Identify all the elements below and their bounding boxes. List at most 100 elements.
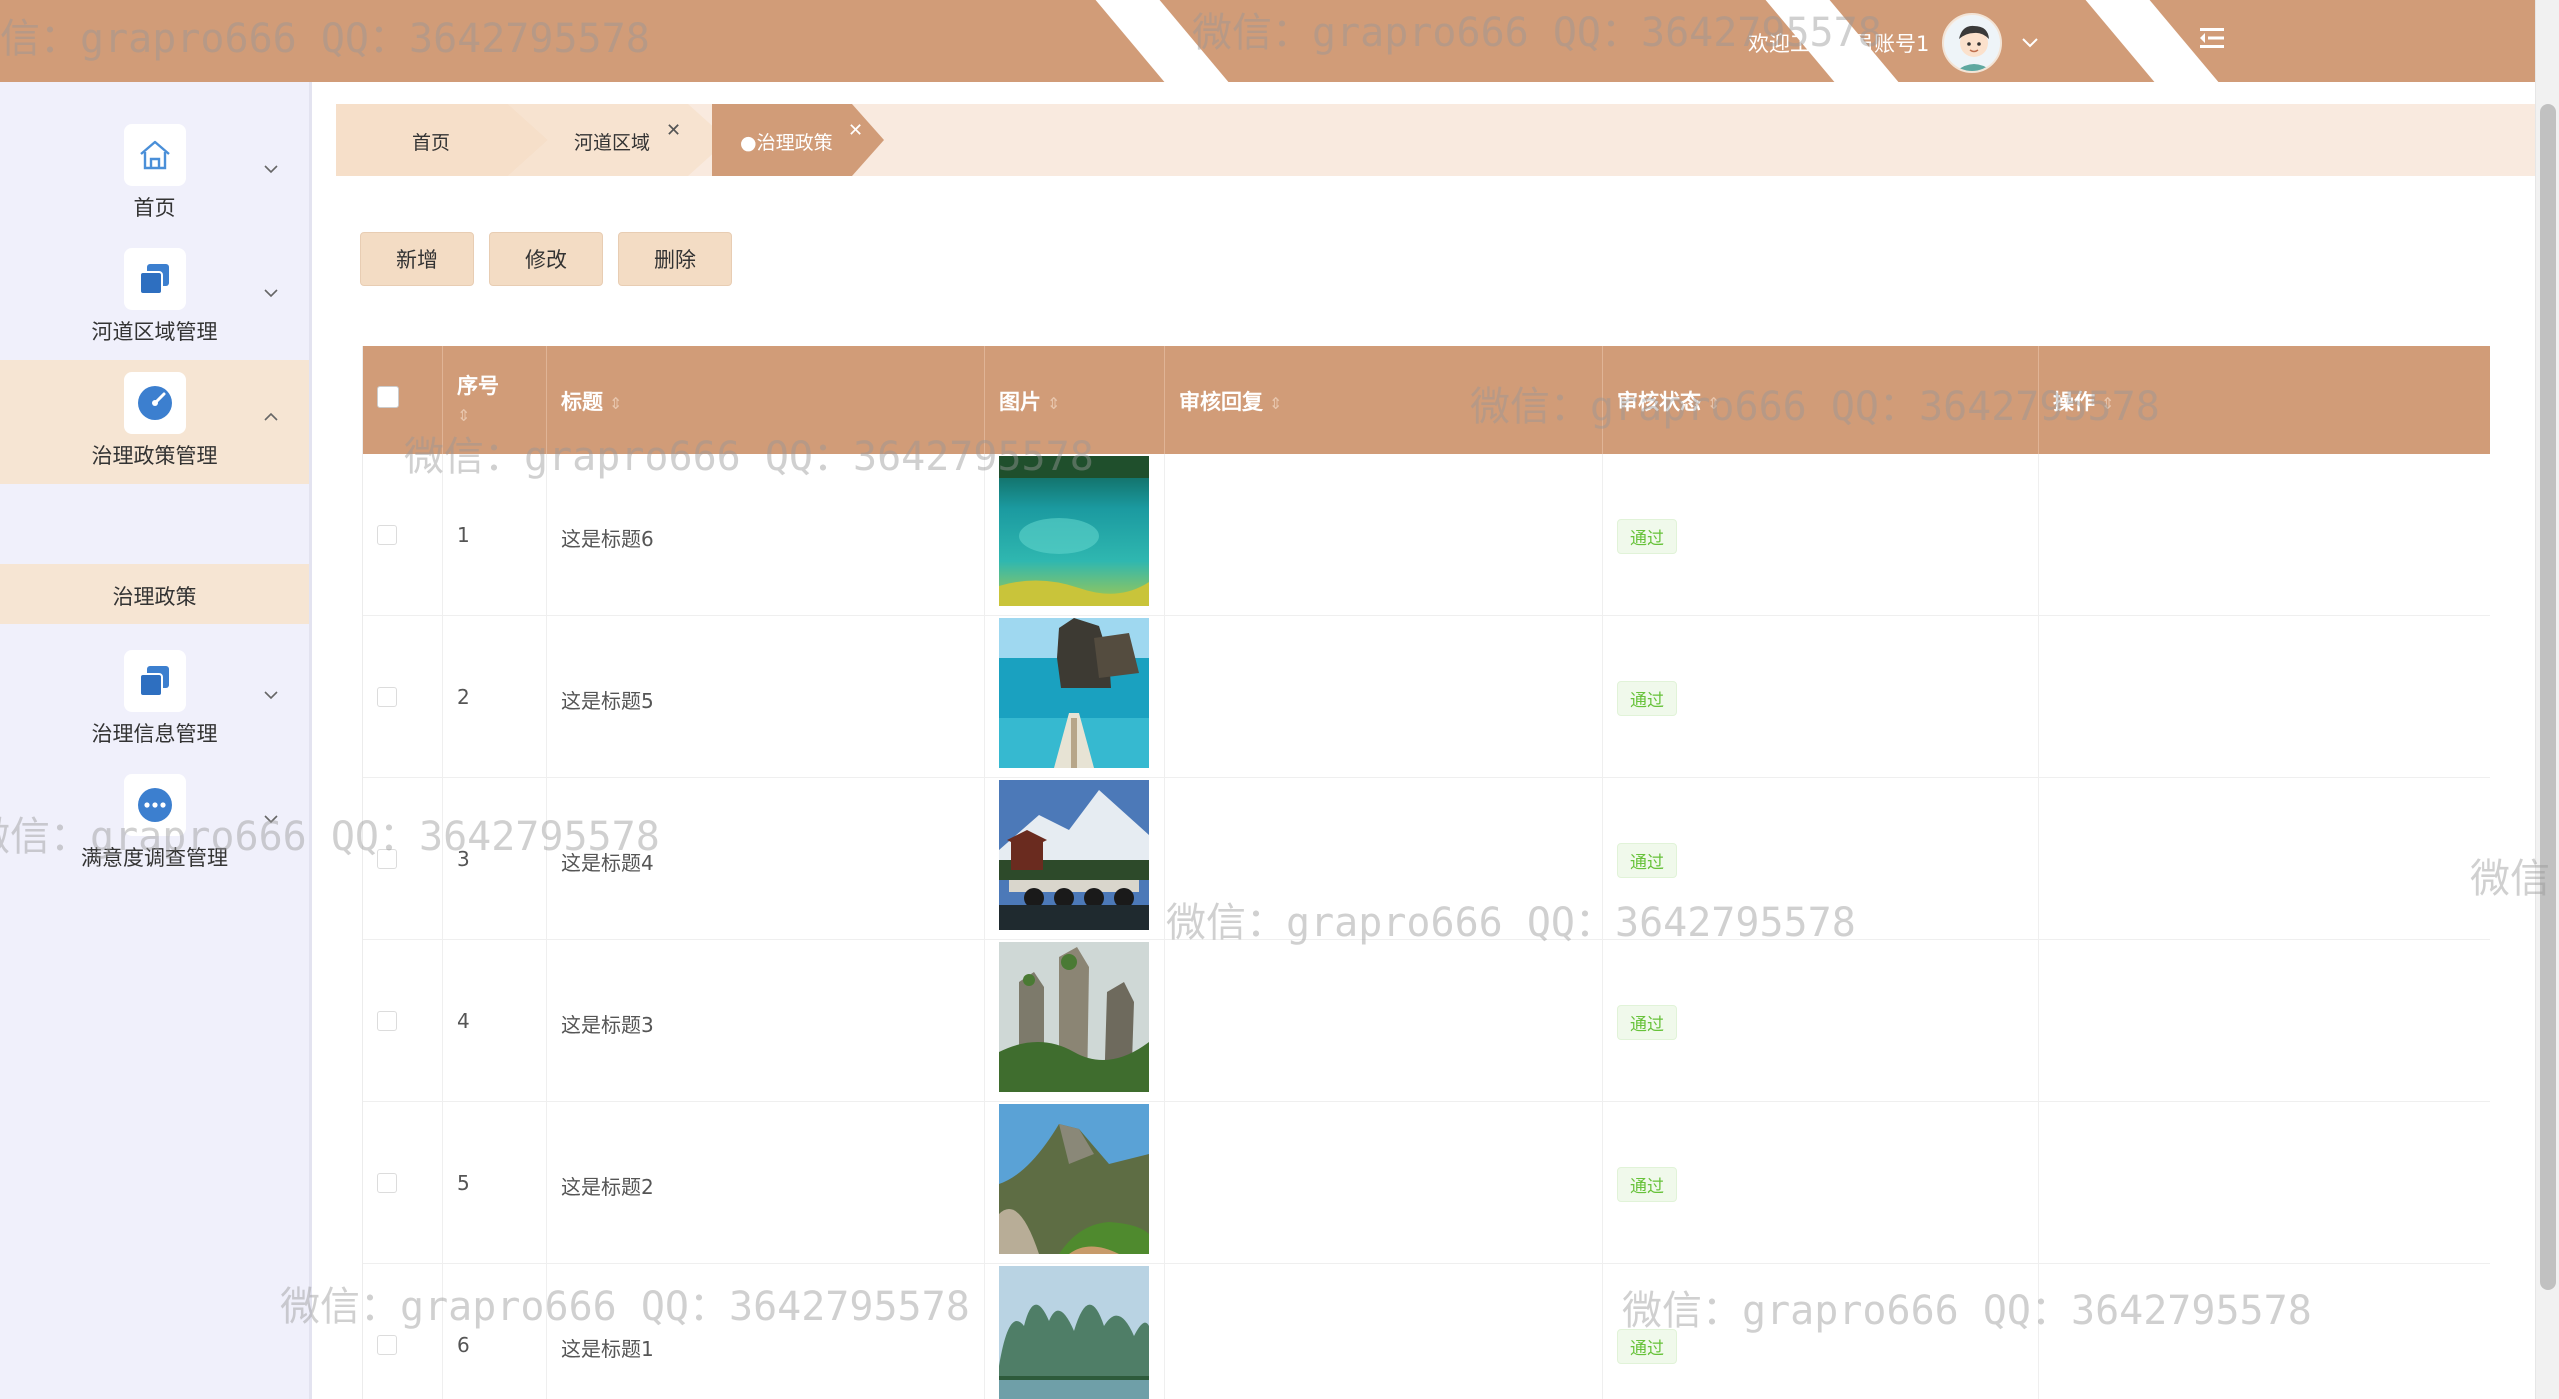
table-row[interactable]: 2 这是标题5 通过 xyxy=(363,616,2490,778)
menu-icon-box xyxy=(124,124,186,186)
review-status-cell: 通过 xyxy=(1603,454,2039,616)
review-reply-cell xyxy=(1165,1264,1603,1399)
select-cell xyxy=(363,616,443,778)
sort-icon[interactable]: ⇕ xyxy=(1047,394,1060,413)
review-reply-cell xyxy=(1165,454,1603,616)
sidebar-item-label: 河道区域管理 xyxy=(91,320,218,344)
menu-icon-box xyxy=(124,372,186,434)
index-cell: 2 xyxy=(443,616,547,778)
header-actions[interactable]: 操作 ⇕ xyxy=(2039,346,2490,454)
sidebar-item-satisfaction[interactable]: 满意度调查管理 xyxy=(0,762,309,886)
close-icon[interactable]: ✕ xyxy=(666,120,681,141)
row-checkbox[interactable] xyxy=(377,525,397,545)
lake-photo[interactable] xyxy=(999,456,1149,606)
row-title: 这是标题1 xyxy=(561,1337,654,1361)
row-index: 5 xyxy=(457,1171,470,1195)
sort-icon[interactable]: ⇕ xyxy=(2101,394,2114,413)
sort-icon[interactable]: ⇕ xyxy=(1269,394,1282,413)
chevron-down-icon xyxy=(264,289,278,298)
header-title[interactable]: 标题 ⇕ xyxy=(547,346,985,454)
scrollbar-thumb[interactable] xyxy=(2540,104,2556,1290)
tab-label: 首页 xyxy=(412,132,451,154)
select-cell xyxy=(363,778,443,940)
close-icon[interactable]: ✕ xyxy=(848,120,863,141)
header-label: 序号 xyxy=(457,374,499,398)
snow-mountain-bridge-photo[interactable] xyxy=(999,780,1149,930)
header-label: 操作 xyxy=(2053,390,2095,414)
sidebar-item-river-area[interactable]: 河道区域管理 xyxy=(0,236,309,360)
home-icon xyxy=(140,140,170,170)
submenu-item-policy[interactable]: 治理政策 xyxy=(0,564,309,624)
copy-icon xyxy=(139,264,169,295)
sidebar-item-policy[interactable]: 治理政策管理 xyxy=(0,360,309,484)
row-checkbox[interactable] xyxy=(377,1173,397,1193)
title-cell: 这是标题1 xyxy=(547,1264,985,1399)
sidebar-item-home[interactable]: 首页 xyxy=(0,112,309,236)
sidebar-item-label: 满意度调查管理 xyxy=(81,846,228,870)
row-title: 这是标题2 xyxy=(561,1175,654,1199)
avatar-icon xyxy=(1944,15,2000,71)
page-scrollbar[interactable] xyxy=(2535,0,2559,1399)
table-row[interactable]: 4 这是标题3 通过 xyxy=(363,940,2490,1102)
review-reply-cell xyxy=(1165,940,1603,1102)
header-label: 审核状态 xyxy=(1617,390,1701,414)
header-image[interactable]: 图片 ⇕ xyxy=(985,346,1165,454)
table-row[interactable]: 1 这是标题6 通过 xyxy=(363,454,2490,616)
sidebar: 首页 河道区域管理 治理政策管理 治理政策 治理信息管理 满意度调查管理 xyxy=(0,82,312,1399)
karst-river-photo[interactable] xyxy=(999,1266,1149,1399)
delete-button[interactable]: 删除 xyxy=(618,232,732,286)
sidebar-item-governance-info[interactable]: 治理信息管理 xyxy=(0,638,309,762)
image-cell xyxy=(985,778,1165,940)
image-cell xyxy=(985,1264,1165,1399)
sea-cliff-photo[interactable] xyxy=(999,618,1149,768)
row-checkbox[interactable] xyxy=(377,687,397,707)
row-title: 这是标题5 xyxy=(561,689,654,713)
actions-cell xyxy=(2039,1264,2490,1399)
table-row[interactable]: 6 这是标题1 通过 xyxy=(363,1264,2490,1399)
header-select-cell xyxy=(363,346,443,454)
review-status-cell: 通过 xyxy=(1603,1264,2039,1399)
actions-cell xyxy=(2039,616,2490,778)
edit-button[interactable]: 修改 xyxy=(489,232,603,286)
tab-river-area[interactable]: 河道区域 ✕ xyxy=(508,104,728,176)
tab-policy[interactable]: ●治理政策 ✕ xyxy=(712,104,884,176)
title-cell: 这是标题4 xyxy=(547,778,985,940)
header-index[interactable]: 序号 ⇕ xyxy=(443,346,547,454)
row-index: 6 xyxy=(457,1333,470,1357)
actions-cell xyxy=(2039,940,2490,1102)
actions-cell xyxy=(2039,1102,2490,1264)
chevron-down-icon[interactable] xyxy=(2018,30,2042,54)
tab-label: 河道区域 xyxy=(574,132,651,154)
index-cell: 4 xyxy=(443,940,547,1102)
row-checkbox[interactable] xyxy=(377,1335,397,1355)
avatar[interactable] xyxy=(1942,13,2002,73)
sort-icon[interactable]: ⇕ xyxy=(457,406,470,425)
sidebar-item-label: 治理信息管理 xyxy=(91,722,218,746)
copy-icon xyxy=(139,666,169,697)
table-row[interactable]: 5 这是标题2 通过 xyxy=(363,1102,2490,1264)
index-cell: 3 xyxy=(443,778,547,940)
chevron-down-icon xyxy=(264,691,278,700)
review-status-cell: 通过 xyxy=(1603,616,2039,778)
header-review-status[interactable]: 审核状态 ⇕ xyxy=(1603,346,2039,454)
add-button[interactable]: 新增 xyxy=(360,232,474,286)
status-badge: 通过 xyxy=(1617,1005,1677,1040)
menu-icon-box xyxy=(124,774,186,836)
stone-pillars-photo[interactable] xyxy=(999,942,1149,1092)
menu-fold-icon[interactable] xyxy=(2196,22,2228,54)
select-all-checkbox[interactable] xyxy=(377,386,399,408)
chevron-up-icon xyxy=(264,412,278,421)
row-title: 这是标题4 xyxy=(561,851,654,875)
rock-mountain-photo[interactable] xyxy=(999,1104,1149,1254)
sort-icon[interactable]: ⇕ xyxy=(609,394,622,413)
table-row[interactable]: 3 这是标题4 通过 xyxy=(363,778,2490,940)
status-badge: 通过 xyxy=(1617,519,1677,554)
row-checkbox[interactable] xyxy=(377,1011,397,1031)
ellipsis-icon xyxy=(138,788,172,822)
header-review-reply[interactable]: 审核回复 ⇕ xyxy=(1165,346,1603,454)
row-checkbox[interactable] xyxy=(377,849,397,869)
review-status-cell: 通过 xyxy=(1603,1102,2039,1264)
sort-icon[interactable]: ⇕ xyxy=(1707,394,1720,413)
top-header: 欢迎工作人员账号1 xyxy=(0,0,2535,82)
chevron-down-icon xyxy=(264,165,278,174)
